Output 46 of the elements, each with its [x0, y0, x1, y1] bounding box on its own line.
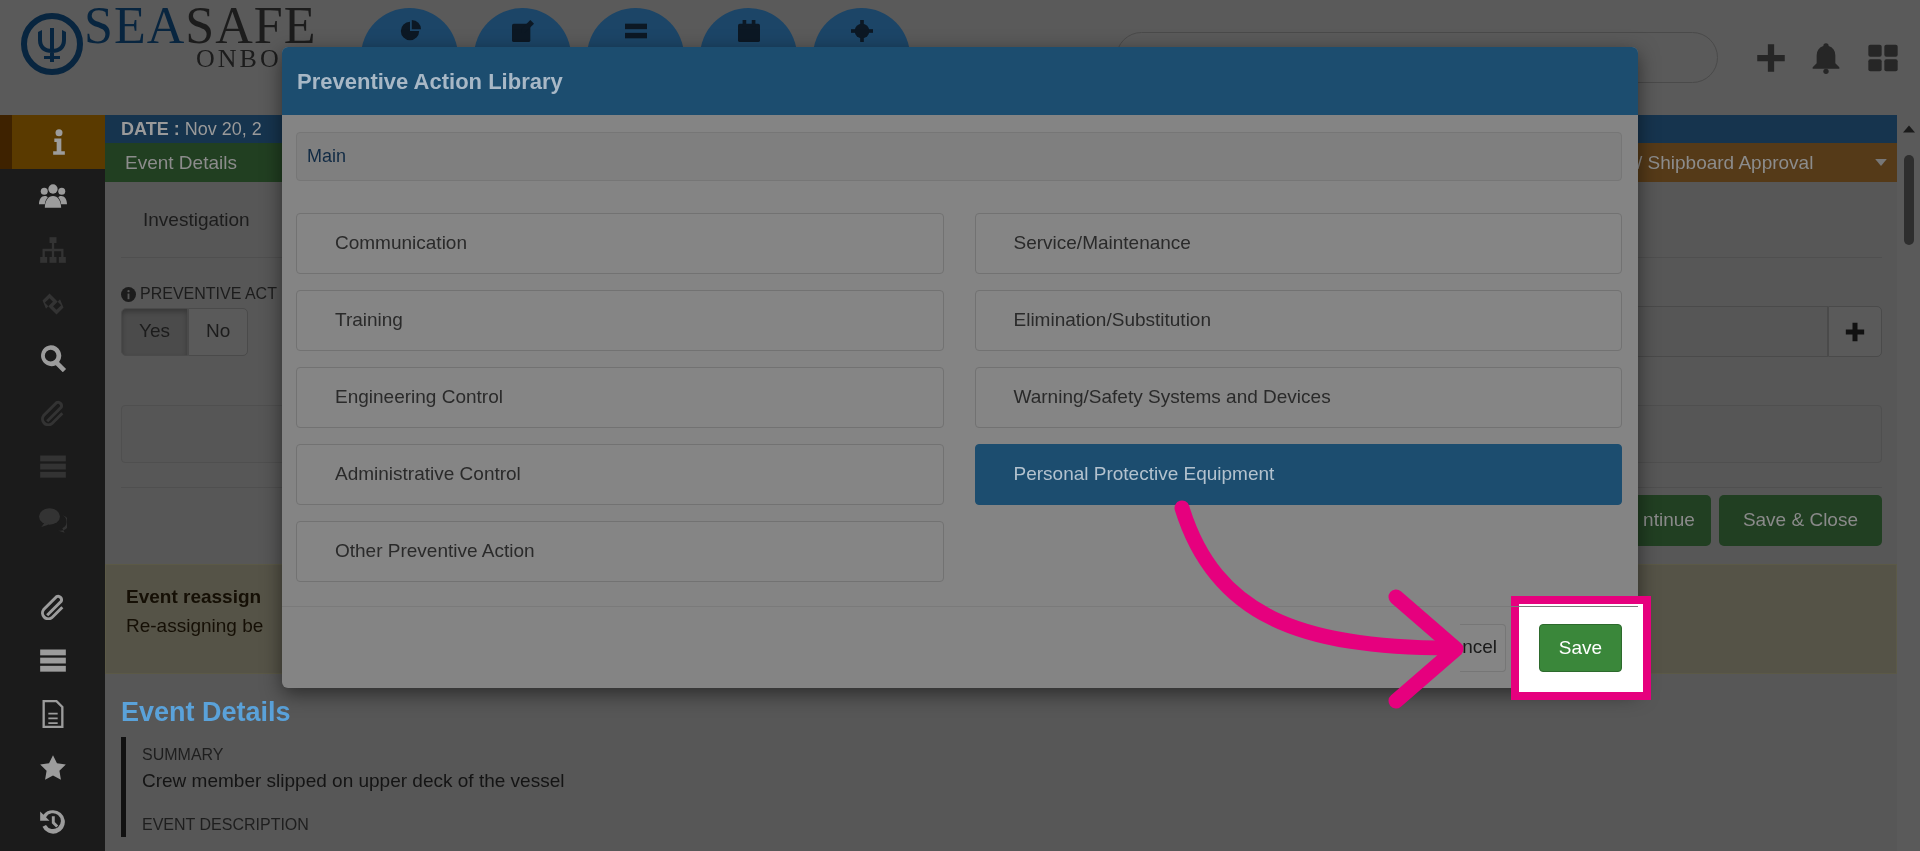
save-button[interactable]: Save	[1539, 624, 1622, 672]
field-label: EVENT DESCRIPTION	[142, 815, 310, 835]
logo-text: SEA	[84, 6, 186, 46]
action-button[interactable]: Save & Close	[1718, 495, 1882, 546]
option-button[interactable]: Service/Maintenance	[974, 213, 1622, 274]
nav-icon	[398, 20, 421, 42]
caret-icon	[1875, 159, 1887, 166]
modal-title: Preventive Action Library	[297, 67, 563, 96]
search-field[interactable]: Main	[296, 132, 1622, 181]
scroll-up-icon[interactable]	[1902, 125, 1915, 133]
option-button[interactable]: Engineering Control	[296, 367, 944, 428]
field-label: SUMMARY	[142, 744, 225, 765]
trident-logo-icon	[20, 12, 84, 76]
toggle-option[interactable]: No	[188, 307, 249, 356]
option-button[interactable]: Personal Protective Equipment	[974, 444, 1622, 505]
star-icon	[38, 754, 67, 782]
nav-icon	[511, 20, 534, 42]
nav-icon	[737, 20, 760, 42]
nav-icon	[850, 20, 873, 42]
alert-title: Event reassign	[126, 585, 263, 609]
option-button[interactable]: Training	[296, 290, 944, 351]
option-button[interactable]: Other Preventive Action	[296, 521, 944, 582]
bell-icon[interactable]	[1810, 40, 1842, 75]
option-button[interactable]: Warning/Safety Systems and Devices	[974, 367, 1622, 428]
users-icon	[38, 182, 67, 210]
section-heading: Event Details	[121, 696, 292, 729]
tab[interactable]: Investigation	[143, 209, 250, 230]
scrollbar-thumb[interactable]	[1903, 155, 1914, 245]
cancel-button[interactable]: ncel	[1460, 623, 1506, 672]
alert-text: Re-assigning be	[126, 613, 265, 638]
option-button[interactable]: Administrative Control	[296, 444, 944, 505]
comments-icon	[38, 506, 67, 534]
option-button[interactable]: Communication	[296, 213, 944, 274]
sidebar-item[interactable]	[0, 115, 105, 169]
logo-subtitle: ONBO	[196, 46, 283, 72]
option-button[interactable]: Elimination/Substitution	[974, 290, 1622, 351]
field-value: Crew member slipped on upper deck of the vessel	[142, 768, 566, 793]
history-icon	[38, 808, 67, 836]
sitemap-icon	[38, 236, 67, 264]
info-icon	[121, 286, 136, 302]
add-button[interactable]	[1828, 306, 1882, 357]
search-icon	[38, 344, 67, 372]
logo-text: SAFE	[185, 6, 317, 46]
field-label: PREVENTIVE ACT	[140, 284, 277, 304]
plus-icon	[1845, 321, 1865, 342]
plus-icon[interactable]	[1756, 42, 1786, 73]
